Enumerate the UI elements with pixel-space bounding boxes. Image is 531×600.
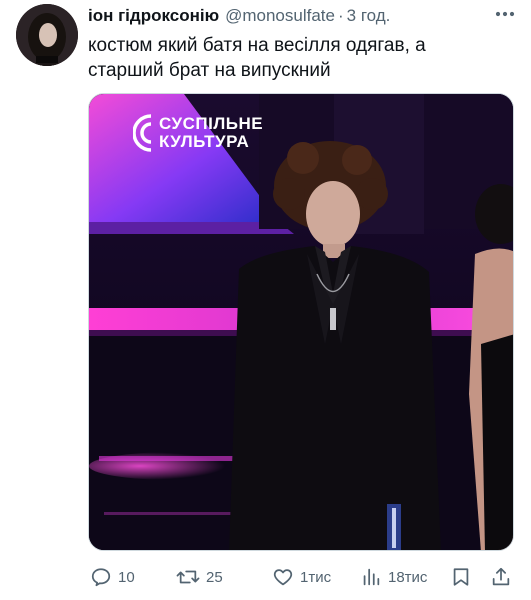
reply-count: 10: [118, 568, 135, 586]
watermark-text: СУСПІЛЬНЕ КУЛЬТУРА: [159, 115, 263, 151]
share-icon: [492, 567, 510, 586]
tweet-timestamp[interactable]: 3 год.: [347, 6, 391, 26]
like-count: 1тис: [300, 568, 332, 586]
stage-photo: [89, 94, 513, 550]
views-chart-icon: [363, 568, 380, 586]
tweet-text: костюм який батя на весілля одягав, а ст…: [88, 33, 508, 83]
suspilne-logo-icon: [133, 114, 152, 152]
avatar[interactable]: [16, 4, 78, 66]
tweet-text-line: старший брат на випускний: [88, 60, 331, 81]
bookmark-icon: [453, 568, 469, 586]
author-name[interactable]: іон гідроксонію: [88, 6, 219, 26]
repost-icon: [176, 570, 200, 584]
share-button[interactable]: [490, 565, 512, 589]
bookmark-button[interactable]: [450, 565, 472, 589]
author-handle[interactable]: @monosulfate: [225, 6, 335, 26]
watermark-logo: СУСПІЛЬНЕ КУЛЬТУРА: [133, 114, 263, 152]
watermark-line: КУЛЬТУРА: [159, 132, 250, 151]
more-dots-icon: [495, 11, 515, 17]
action-bar: 10 25 1тис 18тис: [88, 565, 518, 589]
repost-count: 25: [206, 568, 223, 586]
repost-button[interactable]: 25: [176, 565, 223, 589]
tweet-text-line: костюм який батя на весілля одягав, а: [88, 35, 426, 56]
views-button[interactable]: 18тис: [360, 565, 427, 589]
views-count: 18тис: [388, 568, 428, 586]
more-options-button[interactable]: [491, 4, 519, 24]
heart-icon: [273, 569, 293, 586]
watermark-line: СУСПІЛЬНЕ: [159, 114, 264, 133]
avatar-portrait-icon: [16, 4, 78, 66]
reply-button[interactable]: 10: [90, 565, 135, 589]
tweet-media-image[interactable]: СУСПІЛЬНЕ КУЛЬТУРА: [88, 93, 514, 551]
tweet-header: іон гідроксонію @monosulfate · 3 год.: [88, 6, 491, 30]
separator-dot: ·: [337, 6, 344, 25]
like-button[interactable]: 1тис: [272, 565, 331, 589]
reply-icon: [91, 568, 111, 587]
